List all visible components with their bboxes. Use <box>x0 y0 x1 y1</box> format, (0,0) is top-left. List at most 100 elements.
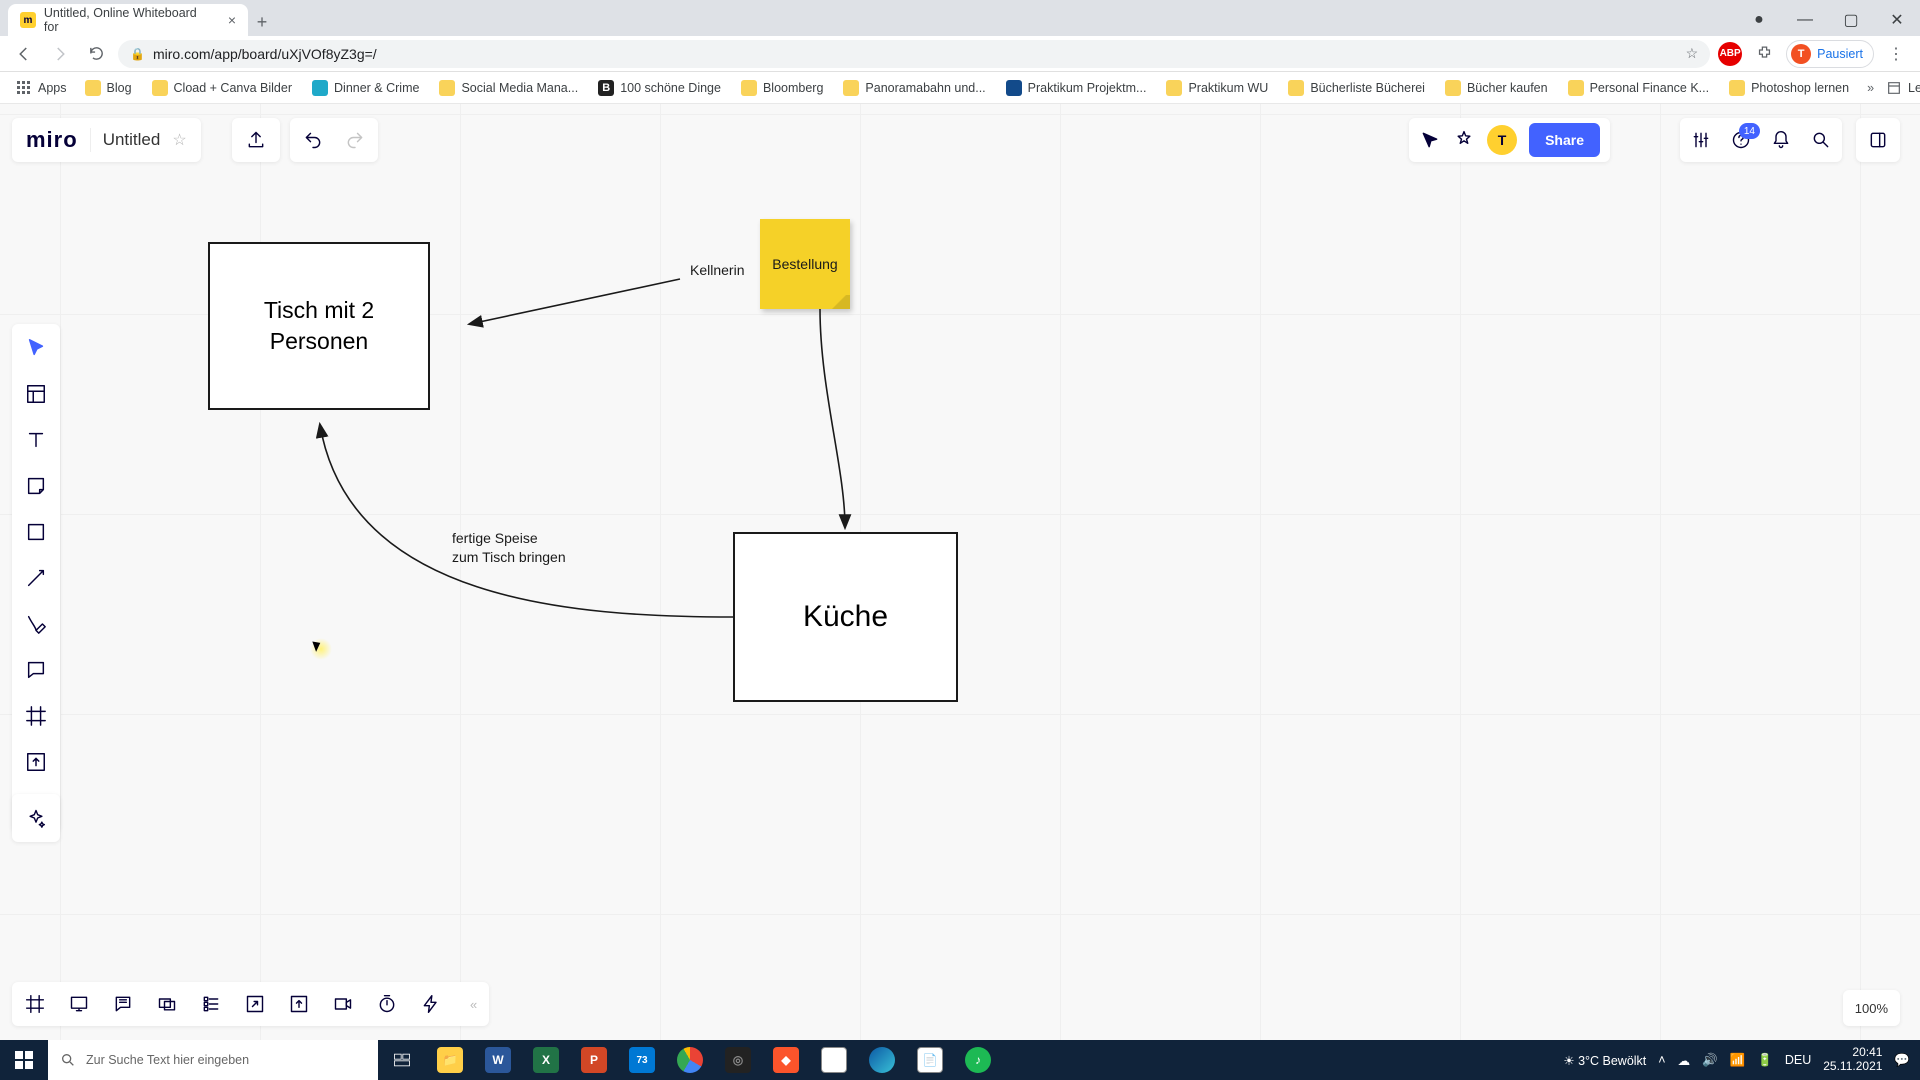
app-brave[interactable]: ◆ <box>762 1040 810 1080</box>
bookmark-item[interactable]: Panoramabahn und... <box>835 75 993 101</box>
task-view-icon[interactable] <box>378 1040 426 1080</box>
sparkle-tool[interactable] <box>12 794 60 842</box>
bookmarks-overflow-icon[interactable]: » <box>1867 81 1874 95</box>
taskbar-search[interactable]: Zur Suche Text hier eingeben <box>48 1040 378 1080</box>
sticky-note-tool[interactable] <box>22 472 50 500</box>
frame-tool[interactable] <box>22 702 50 730</box>
card-icon[interactable] <box>156 993 178 1015</box>
account-dot-icon[interactable]: ● <box>1736 4 1782 36</box>
presentation-icon[interactable] <box>68 993 90 1015</box>
app-notepad[interactable]: 📄 <box>906 1040 954 1080</box>
text-kellnerin[interactable]: Kellnerin <box>690 261 744 280</box>
activity-panel-button[interactable] <box>1856 118 1900 162</box>
bookmark-item[interactable]: Bücher kaufen <box>1437 75 1556 101</box>
voting-icon[interactable] <box>200 993 222 1015</box>
profile-avatar: T <box>1791 44 1811 64</box>
notifications-icon[interactable] <box>1770 129 1792 151</box>
bookmark-item[interactable]: Photoshop lernen <box>1721 75 1857 101</box>
app-notes[interactable]: 🗒 <box>810 1040 858 1080</box>
app-spotify[interactable]: ♪ <box>954 1040 1002 1080</box>
bookmark-item[interactable]: Bloomberg <box>733 75 831 101</box>
share-button[interactable]: Share <box>1529 123 1600 157</box>
maximize-icon[interactable]: ▢ <box>1828 4 1874 36</box>
app-obs[interactable]: ◎ <box>714 1040 762 1080</box>
user-avatar[interactable]: T <box>1487 125 1517 155</box>
video-icon[interactable] <box>332 993 354 1015</box>
wifi-icon[interactable]: 📶 <box>1730 1053 1746 1068</box>
close-tab-icon[interactable]: × <box>228 12 236 28</box>
bookmark-item[interactable]: Dinner & Crime <box>304 75 427 101</box>
app-excel[interactable]: X <box>522 1040 570 1080</box>
star-board-icon[interactable]: ☆ <box>172 130 186 150</box>
weather-widget[interactable]: ☀ 3°C Bewölkt <box>1563 1053 1646 1068</box>
select-tool[interactable] <box>22 334 50 362</box>
shape-tool[interactable] <box>22 518 50 546</box>
tray-overflow-icon[interactable]: ˄ <box>1658 1053 1665 1067</box>
upload-tool[interactable] <box>22 748 50 776</box>
abp-extension-icon[interactable]: ABP <box>1718 42 1742 66</box>
volume-icon[interactable]: 🔊 <box>1702 1053 1718 1068</box>
bookmark-item[interactable]: Praktikum WU <box>1158 75 1276 101</box>
pen-tool[interactable] <box>22 610 50 638</box>
text-tool[interactable] <box>22 426 50 454</box>
url-input[interactable]: 🔒 miro.com/app/board/uXjVOf8yZ3g=/ ☆ <box>118 40 1710 68</box>
settings-icon[interactable] <box>1690 129 1712 151</box>
minimize-icon[interactable]: — <box>1782 4 1828 36</box>
bookmark-item[interactable]: Cload + Canva Bilder <box>144 75 300 101</box>
templates-tool[interactable] <box>22 380 50 408</box>
action-center-icon[interactable]: 💬 <box>1894 1053 1910 1068</box>
export-button[interactable] <box>232 118 280 162</box>
help-icon[interactable]: 14 <box>1730 129 1752 151</box>
app-explorer[interactable]: 📁 <box>426 1040 474 1080</box>
start-button[interactable] <box>0 1040 48 1080</box>
browser-tab-active[interactable]: m Untitled, Online Whiteboard for × <box>8 4 248 36</box>
reading-list-button[interactable]: Leseliste <box>1878 75 1920 101</box>
star-bookmark-icon[interactable]: ☆ <box>1686 45 1699 62</box>
comment-tool[interactable] <box>22 656 50 684</box>
miro-logo[interactable]: miro <box>26 127 78 153</box>
app-chrome[interactable] <box>666 1040 714 1080</box>
shape-kueche[interactable]: Küche <box>733 532 958 702</box>
shape-tisch[interactable]: Tisch mit 2 Personen <box>208 242 430 410</box>
collapse-toolbar-icon[interactable]: « <box>470 997 477 1012</box>
reactions-icon[interactable] <box>1453 129 1475 151</box>
board-title[interactable]: Untitled <box>103 130 161 150</box>
close-window-icon[interactable]: ✕ <box>1874 4 1920 36</box>
chrome-menu-icon[interactable]: ⋮ <box>1882 40 1910 68</box>
bookmark-item[interactable]: Praktikum Projektm... <box>998 75 1155 101</box>
reload-icon[interactable] <box>82 40 110 68</box>
back-icon[interactable] <box>10 40 38 68</box>
bookmark-item[interactable]: Blog <box>77 75 140 101</box>
miro-canvas[interactable]: miro Untitled ☆ T Share 14 <box>0 104 1920 1040</box>
activity-icon[interactable] <box>420 993 442 1015</box>
export-icon <box>245 129 267 151</box>
app-calendar[interactable]: 73 <box>618 1040 666 1080</box>
bookmark-item[interactable]: Social Media Mana... <box>431 75 586 101</box>
sticky-bestellung[interactable]: Bestellung <box>760 219 850 309</box>
screenshare-icon[interactable] <box>244 993 266 1015</box>
onedrive-icon[interactable]: ☁ <box>1678 1053 1691 1068</box>
extensions-icon[interactable] <box>1750 40 1778 68</box>
connector-tool[interactable] <box>22 564 50 592</box>
app-powerpoint[interactable]: P <box>570 1040 618 1080</box>
text-speise[interactable]: fertige Speise zum Tisch bringen <box>452 529 566 567</box>
zoom-indicator[interactable]: 100% <box>1843 990 1900 1026</box>
profile-chip[interactable]: T Pausiert <box>1786 40 1874 68</box>
bookmark-item[interactable]: Personal Finance K... <box>1560 75 1718 101</box>
apps-shortcut[interactable]: Apps <box>10 80 73 96</box>
language-indicator[interactable]: DEU <box>1785 1053 1811 1067</box>
timer-icon[interactable] <box>376 993 398 1015</box>
clock[interactable]: 20:41 25.11.2021 <box>1823 1046 1882 1074</box>
chat-icon[interactable] <box>112 993 134 1015</box>
bookmark-item[interactable]: Bücherliste Bücherei <box>1280 75 1433 101</box>
new-tab-button[interactable]: + <box>248 8 276 36</box>
search-icon[interactable] <box>1810 129 1832 151</box>
frames-list-icon[interactable] <box>24 993 46 1015</box>
app-edge[interactable] <box>858 1040 906 1080</box>
battery-icon[interactable]: 🔋 <box>1757 1053 1773 1068</box>
bookmark-item[interactable]: B100 schöne Dinge <box>590 75 729 101</box>
app-word[interactable]: W <box>474 1040 522 1080</box>
undo-icon[interactable] <box>302 129 324 151</box>
cursor-follow-icon[interactable] <box>1419 129 1441 151</box>
attention-icon[interactable] <box>288 993 310 1015</box>
